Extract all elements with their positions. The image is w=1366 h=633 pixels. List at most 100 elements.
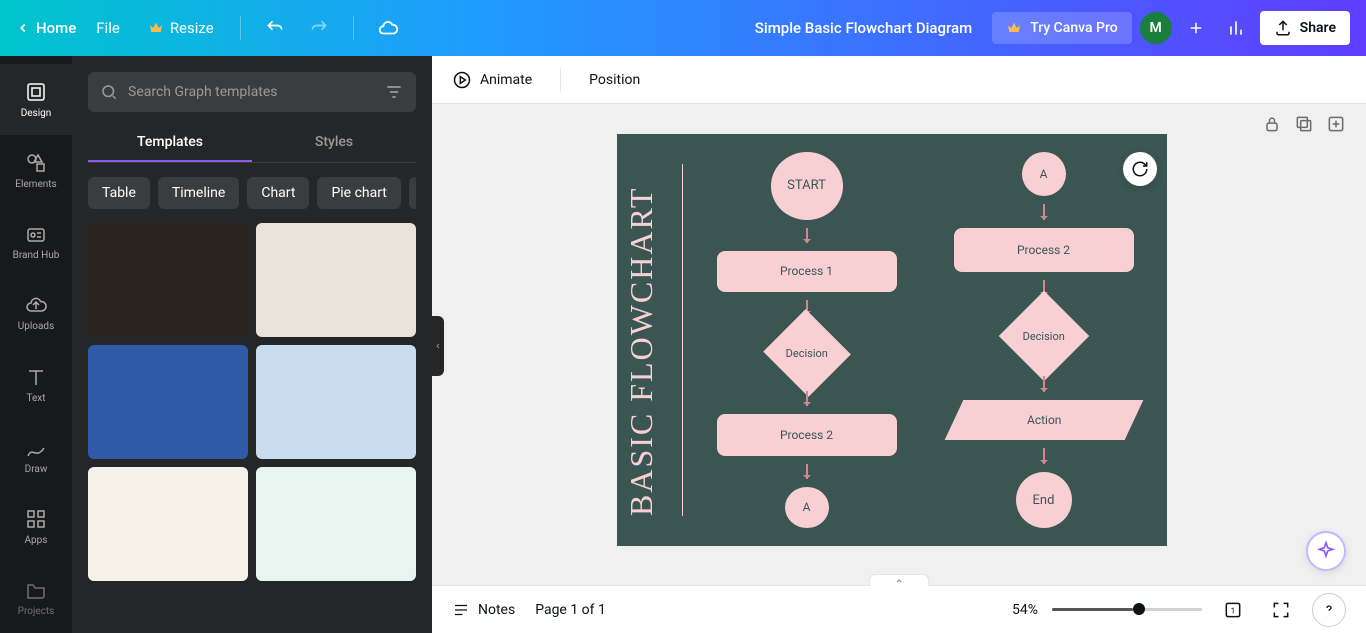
flow-column-right: A Process 2 Decision Action End xyxy=(932,152,1155,528)
avatar[interactable]: M xyxy=(1140,12,1172,44)
template-thumbnail[interactable] xyxy=(88,345,248,459)
slide-title[interactable]: BASIC FLOWCHART xyxy=(617,134,674,546)
chip-timeline[interactable]: Timeline xyxy=(158,177,239,209)
slider-thumb[interactable] xyxy=(1133,603,1145,615)
resize-label: Resize xyxy=(170,19,214,37)
template-thumbnail[interactable] xyxy=(88,223,248,337)
chip-table[interactable]: Table xyxy=(88,177,150,209)
lock-icon[interactable] xyxy=(1262,114,1282,134)
home-label: Home xyxy=(36,19,76,37)
tab-styles[interactable]: Styles xyxy=(252,126,416,162)
cloud-sync-button[interactable] xyxy=(372,12,404,44)
sparkle-icon xyxy=(1316,541,1336,561)
rail-elements[interactable]: Elements xyxy=(0,135,72,206)
panel-tabs: Templates Styles xyxy=(88,126,416,163)
search-box[interactable] xyxy=(88,72,416,112)
add-member-button[interactable] xyxy=(1180,12,1212,44)
refresh-icon xyxy=(1131,160,1149,178)
divider xyxy=(560,68,561,92)
flow-process[interactable]: Process 2 xyxy=(717,414,897,455)
help-button[interactable] xyxy=(1312,593,1346,627)
undo-button[interactable] xyxy=(259,12,291,44)
magic-button[interactable] xyxy=(1306,531,1346,571)
chip-more[interactable]: F xyxy=(409,177,416,209)
template-thumbnail[interactable] xyxy=(256,467,416,581)
chip-chart[interactable]: Chart xyxy=(247,177,309,209)
resize-button[interactable]: Resize xyxy=(140,13,222,43)
insights-button[interactable] xyxy=(1220,12,1252,44)
duplicate-icon[interactable] xyxy=(1294,114,1314,134)
page-indicator[interactable]: Page 1 of 1 xyxy=(535,602,606,618)
grid-view-button[interactable]: 1 xyxy=(1216,593,1250,627)
crown-icon xyxy=(1006,20,1022,36)
animate-button[interactable]: Animate xyxy=(452,70,532,90)
flow-decision[interactable]: Decision xyxy=(998,291,1089,382)
try-pro-label: Try Canva Pro xyxy=(1030,20,1117,36)
flow-start[interactable]: START xyxy=(771,152,843,220)
home-button[interactable]: Home xyxy=(16,19,76,37)
templates-grid xyxy=(88,223,416,581)
flow-process[interactable]: Process 1 xyxy=(717,251,897,292)
rail-apps[interactable]: Apps xyxy=(0,491,72,562)
template-thumbnail[interactable] xyxy=(88,467,248,581)
app-header: Home File Resize Simple Basic Flowchart … xyxy=(0,0,1366,56)
slide[interactable]: BASIC FLOWCHART START Process 1 Decision… xyxy=(617,134,1167,546)
zoom-value[interactable]: 54% xyxy=(1012,602,1038,618)
arrow-icon xyxy=(806,228,808,243)
canvas-viewport[interactable]: BASIC FLOWCHART START Process 1 Decision… xyxy=(432,104,1366,585)
grid-icon: 1 xyxy=(1223,600,1243,620)
design-icon xyxy=(24,80,48,104)
share-label: Share xyxy=(1300,20,1336,36)
flow-connector[interactable]: A xyxy=(785,487,829,528)
add-page-icon[interactable] xyxy=(1326,114,1346,134)
divider xyxy=(240,16,241,40)
apps-icon xyxy=(24,507,48,531)
search-input[interactable] xyxy=(128,84,374,100)
flow-connector[interactable]: A xyxy=(1022,152,1066,196)
main: Design Elements Brand Hub Uploads Text D… xyxy=(0,56,1366,633)
share-button[interactable]: Share xyxy=(1260,11,1350,45)
try-pro-button[interactable]: Try Canva Pro xyxy=(992,12,1131,44)
chip-pie-chart[interactable]: Pie chart xyxy=(317,177,400,209)
rail-text[interactable]: Text xyxy=(0,349,72,420)
fullscreen-button[interactable] xyxy=(1264,593,1298,627)
arrow-icon xyxy=(806,391,808,406)
flow-decision[interactable]: Decision xyxy=(763,309,851,397)
rail-brand-hub[interactable]: Brand Hub xyxy=(0,206,72,277)
elements-icon xyxy=(24,151,48,175)
rail-uploads[interactable]: Uploads xyxy=(0,277,72,348)
expand-pages-button[interactable] xyxy=(869,574,929,586)
header-left: Home File Resize xyxy=(16,12,404,44)
arrow-icon xyxy=(1043,376,1045,392)
document-title[interactable]: Simple Basic Flowchart Diagram xyxy=(412,19,985,37)
rail-projects[interactable]: Projects xyxy=(0,562,72,633)
rail-label: Text xyxy=(26,393,45,404)
filter-icon[interactable] xyxy=(384,82,404,102)
arrow-icon xyxy=(1043,448,1045,464)
rail-design[interactable]: Design xyxy=(0,64,72,135)
zoom-slider[interactable] xyxy=(1052,608,1202,611)
notes-button[interactable]: Notes xyxy=(452,601,515,619)
file-menu[interactable]: File xyxy=(88,13,128,43)
canvas-toolbar: Animate Position xyxy=(432,56,1366,104)
flow-action[interactable]: Action xyxy=(944,400,1143,440)
position-button[interactable]: Position xyxy=(589,72,640,88)
template-thumbnail[interactable] xyxy=(256,223,416,337)
bottom-bar: Notes Page 1 of 1 54% 1 xyxy=(432,585,1366,633)
rail-draw[interactable]: Draw xyxy=(0,420,72,491)
expand-icon xyxy=(1271,600,1291,620)
chevron-left-icon xyxy=(16,21,30,35)
regenerate-button[interactable] xyxy=(1123,152,1157,186)
category-chips: Table Timeline Chart Pie chart F xyxy=(88,177,416,209)
rail-label: Uploads xyxy=(18,321,54,332)
rail-label: Draw xyxy=(25,464,48,475)
divider xyxy=(353,16,354,40)
template-thumbnail[interactable] xyxy=(256,345,416,459)
tab-templates[interactable]: Templates xyxy=(88,126,252,162)
arrow-icon xyxy=(806,464,808,479)
redo-button[interactable] xyxy=(303,12,335,44)
flow-process[interactable]: Process 2 xyxy=(954,228,1134,272)
flow-end[interactable]: End xyxy=(1016,472,1072,528)
svg-text:1: 1 xyxy=(1231,606,1236,616)
flowchart: START Process 1 Decision Process 2 A A P… xyxy=(683,134,1167,546)
